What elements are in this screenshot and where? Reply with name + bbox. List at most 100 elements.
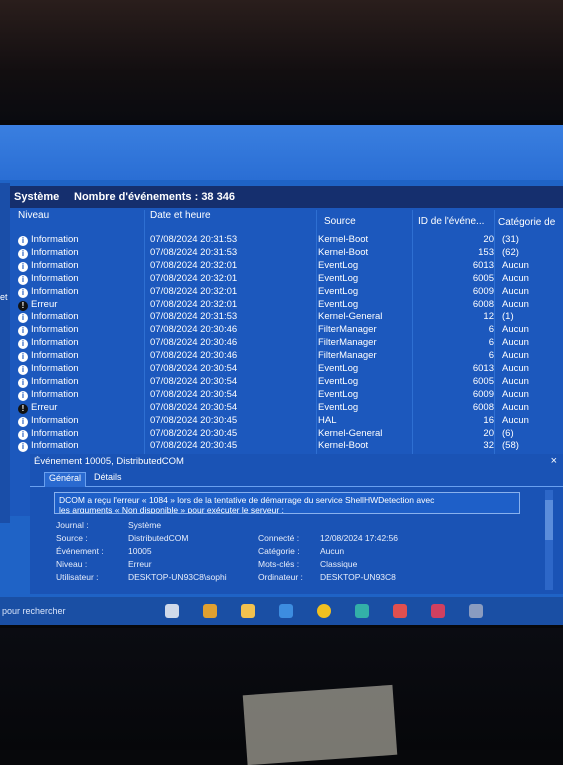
value-keywords: Classique <box>320 559 358 569</box>
datetime-cell: 07/08/2024 20:30:46 <box>150 350 238 362</box>
event-row[interactable]: i Information 07/08/2024 20:32:01 EventLog 6… <box>16 260 563 273</box>
category-cell: (1) <box>502 311 514 323</box>
event-id-cell: 6008 <box>472 298 494 310</box>
source-cell: Kernel-Boot <box>318 246 369 258</box>
file-explorer-icon[interactable] <box>241 604 255 618</box>
taskbar-search[interactable]: pour rechercher <box>2 606 66 616</box>
left-pane-label: et <box>0 292 8 302</box>
source-cell: EventLog <box>318 375 359 387</box>
task-view-icon[interactable] <box>165 604 179 618</box>
event-id-cell: 153 <box>478 246 494 258</box>
level-text: Erreur <box>31 401 58 413</box>
source-cell: EventLog <box>318 363 359 374</box>
settings-icon[interactable] <box>469 604 483 618</box>
datetime-cell: 07/08/2024 20:30:46 <box>150 324 238 336</box>
datetime-cell: 07/08/2024 20:32:01 <box>150 272 238 284</box>
source-cell: FilterManager <box>318 324 377 336</box>
source-cell: FilterManager <box>318 337 377 349</box>
level-cell: i Information <box>18 234 79 246</box>
log-title: Système <box>14 191 60 203</box>
value-user: DESKTOP-UN93C8\sophi <box>128 572 227 582</box>
category-cell: Aucun <box>502 375 529 387</box>
event-id-cell: 6 <box>488 350 494 362</box>
error-icon: ! <box>18 403 28 414</box>
label-user: Utilisateur : <box>56 572 99 582</box>
level-text: Information <box>31 440 79 452</box>
level-cell: i Information <box>18 428 79 440</box>
paper-on-desk <box>242 684 398 765</box>
event-row[interactable]: i Information 07/08/2024 20:30:54 EventLog 6… <box>16 389 563 402</box>
detail-title: Événement 10005, DistributedCOM <box>34 456 184 467</box>
event-row[interactable]: i Information 07/08/2024 20:31:53 Kernel-Bo… <box>16 234 563 247</box>
detail-scrollbar[interactable] <box>545 490 553 590</box>
category-cell: Aucun <box>502 337 529 349</box>
event-id-cell: 6009 <box>472 388 494 400</box>
event-detail-pane: Événement 10005, DistributedCOM × Généra… <box>30 454 563 594</box>
error-icon: ! <box>18 300 28 311</box>
event-row[interactable]: i Information 07/08/2024 20:30:46 FilterMan… <box>16 350 563 363</box>
datetime-cell: 07/08/2024 20:32:01 <box>150 285 238 297</box>
event-row[interactable]: i Information 07/08/2024 20:31:53 Kernel-Bo… <box>16 247 563 260</box>
scroll-thumb[interactable] <box>545 500 553 540</box>
column-header-level[interactable]: Niveau <box>18 210 49 228</box>
tab-details[interactable]: Détails <box>90 472 126 482</box>
value-computer: DESKTOP-UN93C8 <box>320 572 396 582</box>
widgets-icon[interactable] <box>203 604 217 618</box>
info-icon: i <box>18 416 28 427</box>
chrome-icon[interactable] <box>317 604 331 618</box>
event-row[interactable]: i Information 07/08/2024 20:30:45 Kernel-Ge… <box>16 428 563 441</box>
datetime-cell: 07/08/2024 20:31:53 <box>150 234 238 245</box>
event-row[interactable]: i Information 07/08/2024 20:30:45 HAL 16 Aucu… <box>16 415 563 428</box>
window-top-area <box>0 125 563 180</box>
event-row[interactable]: i Information 07/08/2024 20:32:01 EventLog 6… <box>16 286 563 299</box>
event-row[interactable]: i Information 07/08/2024 20:30:46 FilterMan… <box>16 324 563 337</box>
column-header-event-id[interactable]: ID de l'événe... <box>418 216 484 234</box>
level-cell: i Information <box>18 363 79 375</box>
level-text: Information <box>31 388 79 400</box>
category-cell: (62) <box>502 246 519 258</box>
level-text: Information <box>31 246 79 258</box>
event-row[interactable]: i Information 07/08/2024 20:30:54 EventLog 6… <box>16 376 563 389</box>
event-id-cell: 6013 <box>472 259 494 271</box>
event-id-cell: 16 <box>483 414 494 426</box>
event-id-cell: 6008 <box>472 401 494 413</box>
level-cell: i Information <box>18 376 79 388</box>
datetime-cell: 07/08/2024 20:31:53 <box>150 311 238 323</box>
event-row[interactable]: i Information 07/08/2024 20:30:46 FilterMan… <box>16 337 563 350</box>
event-row[interactable]: i Information 07/08/2024 20:30:45 Kernel-Bo… <box>16 440 563 453</box>
category-cell: (58) <box>502 440 519 452</box>
detail-tabs: Général Détails <box>30 470 563 487</box>
event-message[interactable]: DCOM a reçu l'erreur « 1084 » lors de la… <box>54 492 520 514</box>
column-header-datetime[interactable]: Date et heure <box>150 210 211 228</box>
label-logged: Connecté : <box>258 533 300 543</box>
source-cell: EventLog <box>318 401 359 413</box>
event-row[interactable]: ! Erreur 07/08/2024 20:30:54 EventLog 6008 Au… <box>16 402 563 415</box>
category-cell: (6) <box>502 427 514 439</box>
datetime-cell: 07/08/2024 20:30:45 <box>150 414 238 426</box>
screen: et Système Nombre d'événements : 38 346 … <box>0 125 563 625</box>
mail-icon[interactable] <box>279 604 293 618</box>
event-row[interactable]: ! Erreur 07/08/2024 20:32:01 EventLog 6008 Au… <box>16 299 563 312</box>
column-header-source[interactable]: Source <box>324 216 356 234</box>
event-row[interactable]: i Information 07/08/2024 20:32:01 EventLog 6… <box>16 273 563 286</box>
source-cell: EventLog <box>318 298 359 310</box>
level-cell: i Information <box>18 350 79 363</box>
tab-general[interactable]: Général <box>44 472 87 487</box>
monitor-bezel-top <box>0 0 563 120</box>
column-header-category[interactable]: Catégorie de <box>498 217 555 235</box>
event-row[interactable]: i Information 07/08/2024 20:30:54 EventLog 6… <box>16 363 563 376</box>
level-cell: i Information <box>18 260 79 272</box>
source-cell: Kernel-General <box>318 427 383 439</box>
event-row[interactable]: i Information 07/08/2024 20:31:53 Kernel-Ge… <box>16 311 563 324</box>
datetime-cell: 07/08/2024 20:30:46 <box>150 337 238 349</box>
edge-icon[interactable] <box>355 604 369 618</box>
left-navigation-pane[interactable] <box>0 183 10 523</box>
info-icon: i <box>18 313 28 324</box>
close-icon[interactable]: × <box>551 455 557 467</box>
event-id-cell: 20 <box>483 427 494 439</box>
store-icon[interactable] <box>393 604 407 618</box>
app-icon[interactable] <box>431 604 445 618</box>
event-id-cell: 6005 <box>472 272 494 284</box>
datetime-cell: 07/08/2024 20:31:53 <box>150 246 238 258</box>
event-id-cell: 6013 <box>472 363 494 374</box>
